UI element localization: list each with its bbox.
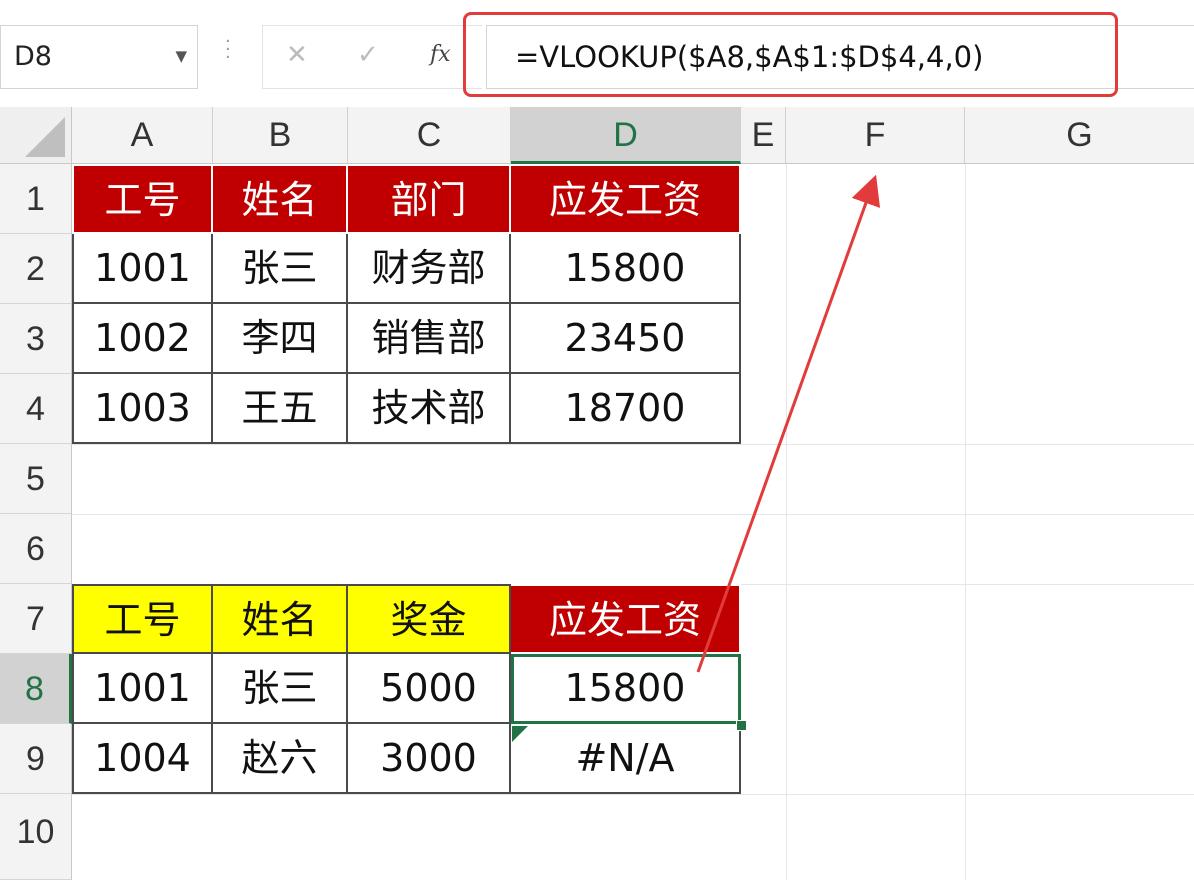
name-box-dropdown-icon[interactable]: ▼	[175, 47, 187, 65]
cell-b4[interactable]: 王五	[213, 374, 348, 444]
cell-a4[interactable]: 1003	[72, 374, 213, 444]
cell-d8-active[interactable]: 15800	[511, 654, 741, 724]
column-header-c[interactable]: C	[348, 107, 511, 164]
column-header-d[interactable]: D	[511, 107, 741, 164]
gridline	[72, 444, 1194, 445]
cell-d7[interactable]: 应发工资	[511, 584, 741, 654]
cell-a1[interactable]: 工号	[72, 164, 213, 234]
cell-c2[interactable]: 财务部	[348, 234, 511, 304]
column-header-a[interactable]: A	[72, 107, 213, 164]
cell-c3[interactable]: 销售部	[348, 304, 511, 374]
cell-a9[interactable]: 1004	[72, 724, 213, 794]
name-box-value: D8	[14, 41, 52, 72]
row-header-9[interactable]: 9	[0, 724, 72, 794]
fill-handle[interactable]	[736, 720, 747, 731]
row-header-2[interactable]: 2	[0, 234, 72, 304]
column-header-b[interactable]: B	[213, 107, 348, 164]
cell-c9[interactable]: 3000	[348, 724, 511, 794]
row-header-1[interactable]: 1	[0, 164, 72, 234]
cell-d1[interactable]: 应发工资	[511, 164, 741, 234]
row-header-5[interactable]: 5	[0, 444, 72, 514]
cell-b2[interactable]: 张三	[213, 234, 348, 304]
gridline	[72, 514, 1194, 515]
select-all-corner[interactable]	[0, 107, 72, 164]
formula-bar: D8 ▼ · · · ✕ ✓ fx =VLOOKUP($A8,$A$1:$D$4,4…	[0, 0, 1194, 106]
cell-d9-error[interactable]: #N/A	[511, 724, 741, 794]
cell-b1[interactable]: 姓名	[213, 164, 348, 234]
cell-a7[interactable]: 工号	[72, 584, 213, 654]
error-indicator-icon[interactable]	[512, 726, 528, 742]
column-header-g[interactable]: G	[965, 107, 1194, 164]
gridline	[965, 164, 966, 880]
row-header-10[interactable]: 10	[0, 794, 72, 880]
row-header-4[interactable]: 4	[0, 374, 72, 444]
gridline	[72, 794, 1194, 795]
name-box[interactable]: D8 ▼	[0, 25, 198, 89]
cell-b9[interactable]: 赵六	[213, 724, 348, 794]
cell-d2[interactable]: 15800	[511, 234, 741, 304]
cell-b7[interactable]: 姓名	[213, 584, 348, 654]
cell-b3[interactable]: 李四	[213, 304, 348, 374]
cell-c8[interactable]: 5000	[348, 654, 511, 724]
formula-bar-grip-icon[interactable]: · · ·	[225, 33, 231, 67]
cancel-icon[interactable]: ✕	[286, 40, 308, 70]
column-header-f[interactable]: F	[786, 107, 965, 164]
enter-icon[interactable]: ✓	[357, 40, 379, 70]
cell-d4[interactable]: 18700	[511, 374, 741, 444]
gridline	[786, 164, 787, 880]
cell-a8[interactable]: 1001	[72, 654, 213, 724]
insert-function-icon[interactable]: fx	[430, 42, 451, 67]
cell-b8[interactable]: 张三	[213, 654, 348, 724]
cell-c4[interactable]: 技术部	[348, 374, 511, 444]
column-header-e[interactable]: E	[741, 107, 786, 164]
row-header-7[interactable]: 7	[0, 584, 72, 654]
cell-a3[interactable]: 1002	[72, 304, 213, 374]
row-header-6[interactable]: 6	[0, 514, 72, 584]
cell-d3[interactable]: 23450	[511, 304, 741, 374]
cell-a2[interactable]: 1001	[72, 234, 213, 304]
formula-highlight-box	[463, 12, 1118, 97]
row-header-3[interactable]: 3	[0, 304, 72, 374]
cell-c1[interactable]: 部门	[348, 164, 511, 234]
cell-c7[interactable]: 奖金	[348, 584, 511, 654]
row-header-8[interactable]: 8	[0, 654, 72, 724]
